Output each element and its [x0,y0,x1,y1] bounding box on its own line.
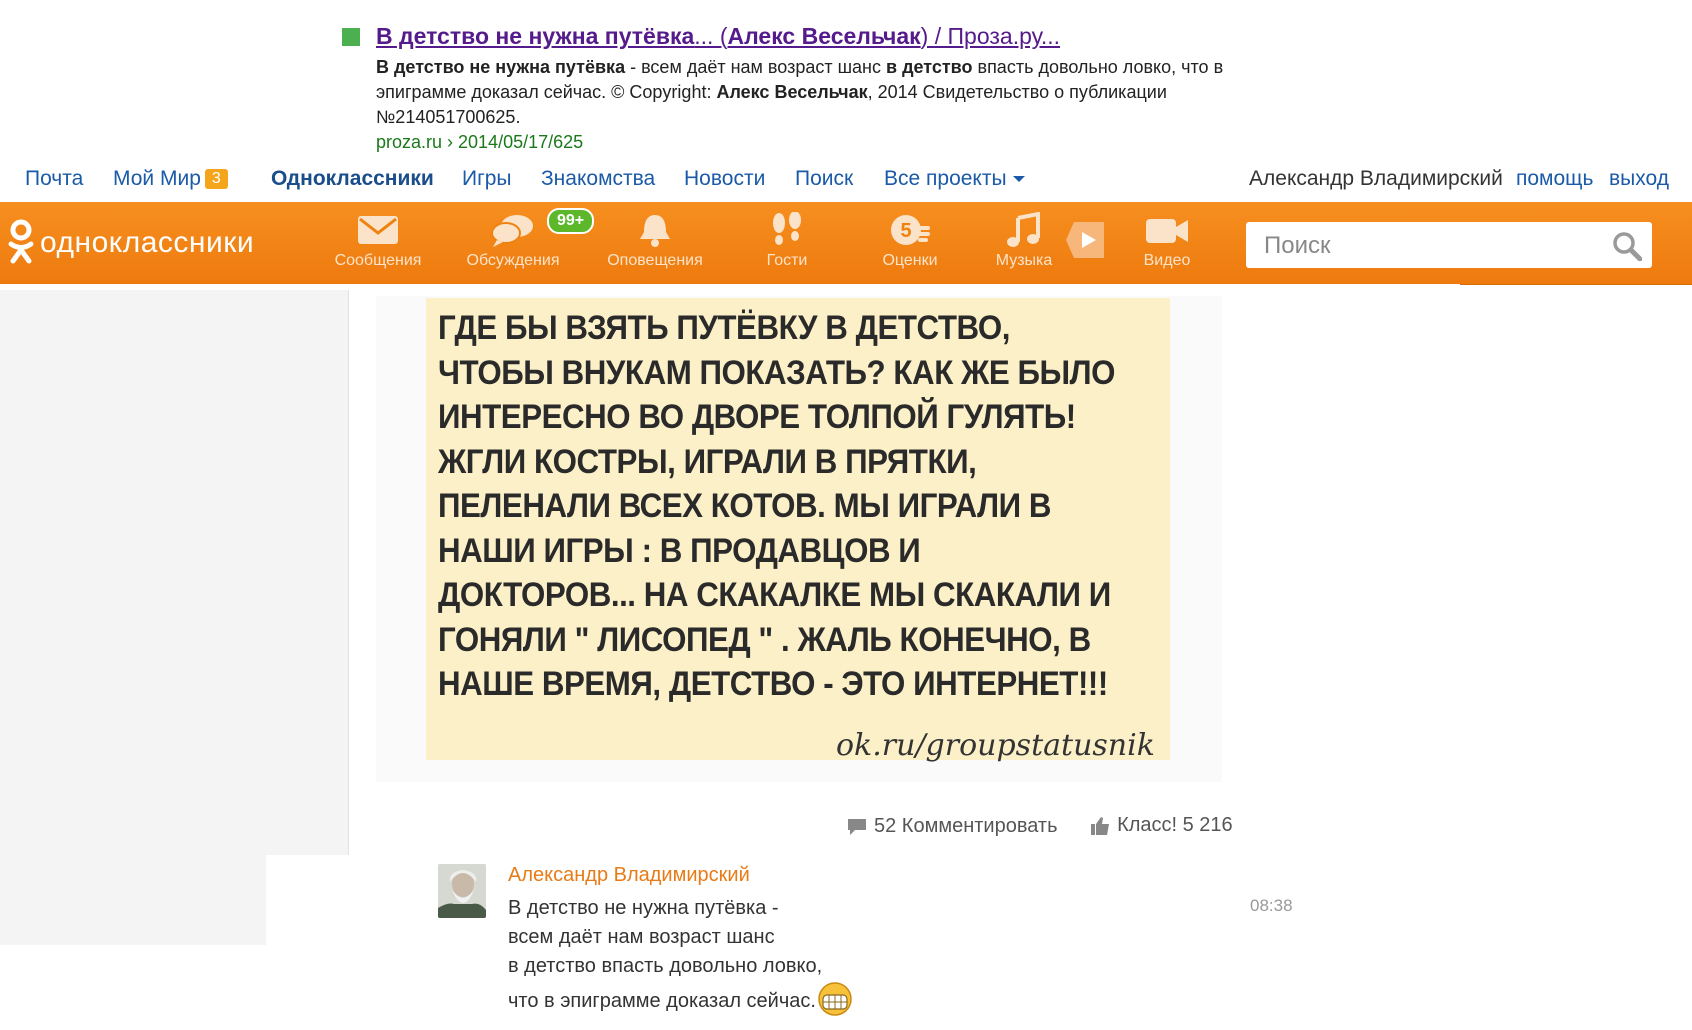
snippet-part: в детство [886,57,973,77]
nav-label: Оповещения [607,252,703,269]
ok-logo[interactable]: одноклассники [6,218,254,268]
ok-logo-icon [8,219,34,264]
help-link[interactable]: помощь [1516,167,1593,191]
result-marker-icon [342,28,360,46]
search-result-snippet: В детство не нужна путёвка - всем даёт н… [376,55,1306,130]
topbar-link-news[interactable]: Новости [684,167,765,191]
nav-notifications[interactable]: Оповещения [595,212,715,270]
video-camera-icon [1146,219,1188,243]
play-button-icon[interactable] [1064,220,1108,260]
nav-label: Оценки [882,252,938,269]
chat-bubbles-icon [491,215,533,247]
comment-line: что в эпиграмме доказал сейчас. [508,990,816,1012]
comment-text: В детство не нужна путёвка - всем даёт н… [508,894,928,1017]
topbar-link-label: Все проекты [884,167,1007,190]
portal-topbar: Почта Мой Мир 3 Одноклассники Игры Знаком… [0,160,1692,202]
nav-label: Сообщения [334,252,422,269]
comment-button[interactable]: 52 Комментировать [846,815,1058,838]
grin-smiley-icon [818,982,852,1016]
nav-ratings[interactable]: 5 Оценки [850,212,970,270]
topbar-link-dating[interactable]: Знакомства [541,167,655,191]
search-result-url[interactable]: proza.ru › 2014/05/17/625 [376,132,583,153]
title-part: ... ( [694,23,728,49]
comment-author-link[interactable]: Александр Владимирский [508,864,750,887]
title-part: Алекс Весельчак [727,23,921,49]
svg-text:5: 5 [900,220,911,242]
post-actions: 52 Комментировать Класс! 5 216 [846,814,1259,843]
snippet-part: - всем даёт нам возраст шанс [625,57,886,77]
nav-video[interactable]: Видео [1107,212,1227,270]
bell-icon [640,215,670,247]
post-image-text: ГДЕ БЫ ВЗЯТЬ ПУТЁВКУ В ДЕТСТВО, ЧТОБЫ ВН… [438,309,1116,703]
commenter-avatar[interactable] [438,864,486,918]
avatar-image [438,864,486,918]
nav-label: Обсуждения [466,252,560,269]
comment-button-label: 52 Комментировать [874,815,1058,837]
topbar-link-moimir[interactable]: Мой Мир 3 [113,167,228,191]
search-result-title-link[interactable]: В детство не нужна путёвка... (Алекс Вес… [376,23,1060,50]
title-part: В детство не нужна путёвка [376,23,695,49]
like-button-label: Класс! 5 216 [1117,814,1233,836]
comment-line: в детство впасть довольно ловко, [508,955,823,977]
envelope-icon [358,216,398,244]
left-sidebar-lower [0,855,266,945]
comment-bubble-icon [848,818,866,835]
ok-search-box [1246,222,1652,268]
discussions-count-badge: 99+ [547,208,595,234]
topbar-link-label: Мой Мир [113,167,201,190]
left-sidebar [0,290,349,855]
comment-timestamp: 08:38 [1250,896,1293,915]
comment-line-with-smile: что в эпиграмме доказал сейчас. [508,981,928,1017]
snippet-part: В детство не нужна путёвка [376,57,626,77]
like-button[interactable]: Класс! 5 216 [1089,814,1233,837]
comment-line: всем даёт нам возраст шанс [508,926,775,948]
current-user-name[interactable]: Александр Владимирский [1249,167,1503,191]
comment-line: В детство не нужна путёвка - [508,897,779,919]
logout-link[interactable]: выход [1609,167,1669,191]
title-part: ) / Проза.ру... [920,23,1060,49]
nav-guests[interactable]: Гости [727,212,847,270]
topbar-link-search[interactable]: Поиск [795,167,853,191]
ok-logo-text: одноклассники [40,226,255,259]
thumb-up-icon [1091,816,1110,835]
topbar-link-mail[interactable]: Почта [25,167,83,191]
moimir-count-badge: 3 [204,169,228,189]
nav-label: Видео [1143,252,1191,269]
nav-messages[interactable]: Сообщения [318,212,438,270]
snippet-part: Алекс Весельчак [716,82,868,102]
chevron-down-icon [1012,176,1025,182]
topbar-link-games[interactable]: Игры [462,167,512,191]
nav-label: Гости [766,252,808,269]
topbar-link-all-projects[interactable]: Все проекты [884,167,1025,191]
footprints-icon [773,212,801,245]
post-image-watermark: ok.ru/groupstatusnik [836,728,1155,763]
topbar-link-odnoklassniki[interactable]: Одноклассники [271,167,434,191]
music-note-icon [1007,212,1040,247]
ok-search-input[interactable] [1262,230,1606,262]
rating-5-icon: 5 [891,215,930,245]
search-icon[interactable] [1612,231,1642,261]
